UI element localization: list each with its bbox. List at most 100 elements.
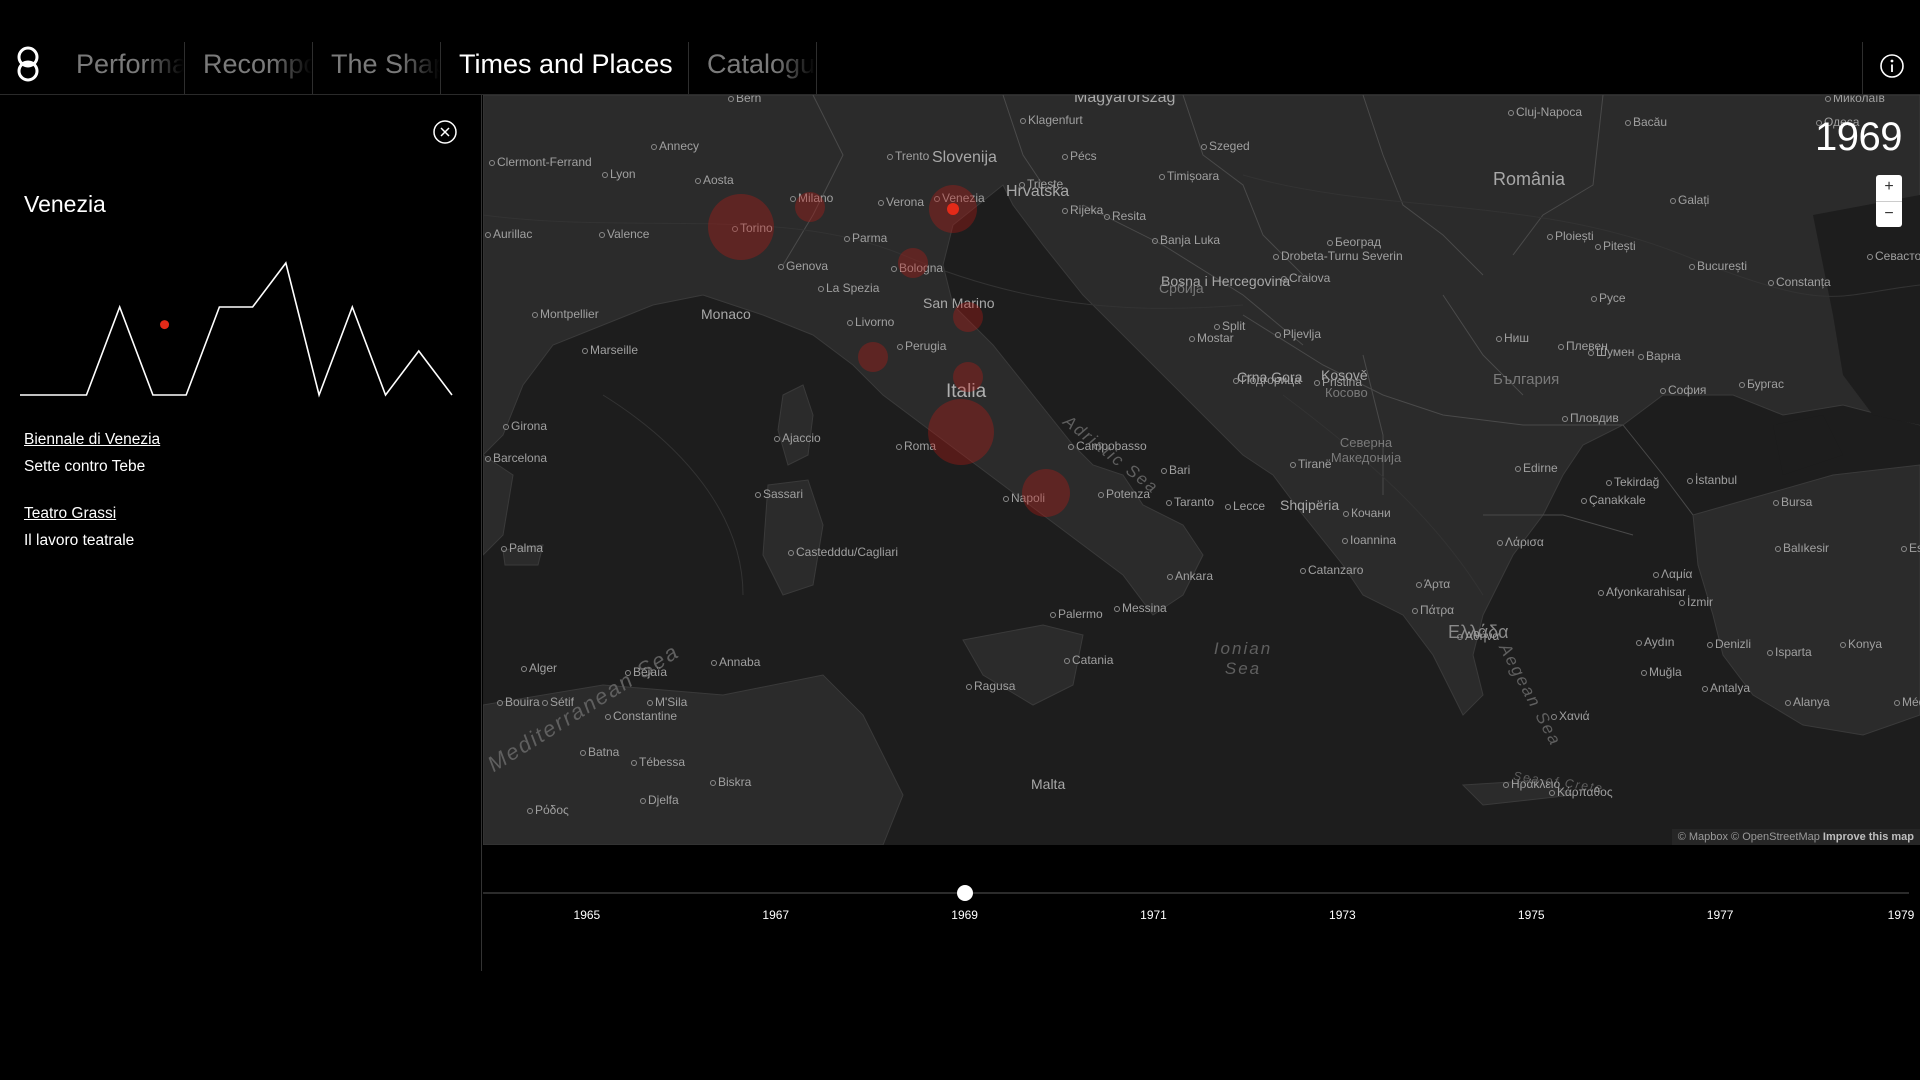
venue-link[interactable]: Teatro Grassi	[24, 505, 134, 523]
place-title: Venezia	[24, 191, 106, 217]
event-bubble[interactable]	[858, 342, 888, 372]
sparkline-path	[20, 261, 453, 398]
city-label: Konya	[1839, 637, 1883, 651]
city-label: Ajaccio	[774, 431, 821, 445]
city-label: Galați	[1669, 193, 1710, 207]
city-label: Подгорица	[1233, 373, 1301, 387]
basemap	[483, 95, 1920, 845]
city-label: Montpellier	[532, 307, 599, 321]
tab-the-shapes[interactable]: The Shapes	[313, 42, 441, 94]
city-label: Κάρπαθος	[1549, 785, 1613, 799]
city-label: İstanbul	[1686, 473, 1738, 487]
tab-times-and-places[interactable]: Times and Places	[441, 42, 689, 94]
timeline-thumb[interactable]	[956, 885, 973, 901]
timeline-track[interactable]	[483, 892, 1909, 894]
city-label: Marseille	[581, 343, 639, 357]
sea-label: Ionian Sea	[1213, 639, 1273, 678]
timeline-tick-label[interactable]: 1973	[1329, 908, 1356, 922]
city-label: Resita	[1103, 209, 1147, 223]
event-bubble[interactable]	[928, 399, 994, 465]
city-label: Girona	[502, 419, 548, 433]
city-label: Ηράκλειο	[1502, 777, 1561, 791]
city-label: Sétif	[541, 695, 575, 709]
city-label: Trieste	[1018, 177, 1064, 191]
timeline-tick-label[interactable]: 1971	[1140, 908, 1167, 922]
info-button[interactable]	[1862, 42, 1920, 94]
timeline-tick-label[interactable]: 1965	[574, 908, 601, 922]
info-icon	[1880, 54, 1904, 78]
top-nav-bar: Performances Recompositions The Shapes T…	[0, 0, 1920, 95]
event-bubble[interactable]	[953, 302, 983, 332]
city-label: Batna	[579, 745, 620, 759]
country-label: Magyarország	[1074, 95, 1176, 106]
event-bubble[interactable]	[1022, 469, 1070, 517]
city-label: Verona	[877, 195, 925, 209]
tab-catalogue[interactable]: Catalogue	[689, 42, 817, 94]
country-label: България	[1493, 371, 1560, 388]
city-label: Bari	[1160, 463, 1191, 477]
map-attribution: © Mapbox © OpenStreetMap Improve this ma…	[1671, 829, 1920, 845]
city-label: Пловдив	[1562, 411, 1619, 425]
map-canvas[interactable]: Magyarország Slovenija Hrvatska România …	[483, 95, 1920, 845]
city-label: Médéa	[1894, 695, 1920, 709]
event-bubble[interactable]	[929, 185, 977, 233]
city-label: Banja Luka	[1151, 233, 1221, 247]
city-label: Bouira	[497, 695, 540, 709]
city-label: Balıkesir	[1774, 541, 1830, 555]
year-timeline: 1965 1967 1969 1971 1973 1975 1977 1979	[483, 845, 1920, 971]
city-label: Çanakkale	[1581, 493, 1646, 507]
country-label: Shqipëria	[1280, 497, 1340, 513]
city-label: Livorno	[846, 315, 895, 329]
city-label: Alger	[520, 661, 558, 675]
tab-recompositions[interactable]: Recompositions	[185, 42, 313, 94]
city-label: Potenza	[1097, 487, 1151, 501]
city-label: Aurillac	[484, 227, 533, 241]
city-label: Χανιά	[1551, 709, 1590, 723]
city-label: Antalya	[1701, 681, 1751, 695]
place-detail-panel: Venezia Biennale di Venezia Sette contro…	[0, 95, 482, 971]
close-circle-icon[interactable]	[432, 119, 458, 145]
city-label: Πάτρα	[1411, 603, 1455, 617]
city-label: Béjaïa	[624, 665, 668, 679]
sparkline-current-marker	[160, 320, 170, 330]
city-label: Barcelona	[484, 451, 548, 465]
city-label: Tiranë	[1290, 457, 1332, 471]
tab-performances[interactable]: Performances	[58, 42, 185, 94]
city-label: İzmir	[1679, 595, 1713, 609]
timeline-tick-label[interactable]: 1975	[1518, 908, 1545, 922]
timeline-tick-label[interactable]: 1967	[762, 908, 789, 922]
timeline-tick-label[interactable]: 1969	[951, 908, 978, 922]
zoom-in-button[interactable]: +	[1876, 175, 1902, 202]
city-label: Севастополь	[1866, 249, 1920, 263]
city-label: София	[1659, 383, 1707, 397]
zoom-out-button[interactable]: −	[1876, 202, 1902, 228]
city-label: Bursa	[1772, 495, 1813, 509]
venue-show-title: Sette contro Tebe	[24, 458, 146, 475]
timeline-tick-label[interactable]: 1977	[1707, 908, 1734, 922]
city-label: Trento	[886, 149, 930, 163]
timeline-tick-label[interactable]: 1979	[1888, 908, 1915, 922]
city-label: Denizli	[1706, 637, 1752, 651]
city-label: Bacău	[1624, 115, 1668, 129]
event-bubble[interactable]	[795, 192, 825, 222]
logo-icon[interactable]	[14, 44, 42, 84]
city-label: Palermo	[1050, 607, 1103, 621]
city-label: Palma	[500, 541, 544, 555]
city-label: Edirne	[1515, 461, 1558, 475]
city-label: Ниш	[1496, 331, 1529, 345]
city-label: Catania	[1063, 653, 1114, 667]
city-label: Rijeka	[1061, 203, 1104, 217]
event-bubble[interactable]	[898, 248, 928, 278]
venue-link[interactable]: Biennale di Venezia	[24, 431, 160, 449]
improve-map-link[interactable]: Improve this map	[1823, 831, 1914, 843]
event-bubble[interactable]	[953, 362, 983, 392]
city-label: Άρτα	[1415, 577, 1451, 591]
city-label: Parma	[843, 231, 888, 245]
city-label: Aydın	[1635, 635, 1675, 649]
city-label: Szeged	[1201, 139, 1250, 153]
city-label: Afyonkarahisar	[1597, 585, 1687, 599]
city-label: Campobasso	[1068, 439, 1147, 453]
city-label: Ioannina	[1341, 533, 1397, 547]
event-bubble[interactable]	[708, 194, 774, 260]
city-label: Cluj-Napoca	[1507, 105, 1583, 119]
